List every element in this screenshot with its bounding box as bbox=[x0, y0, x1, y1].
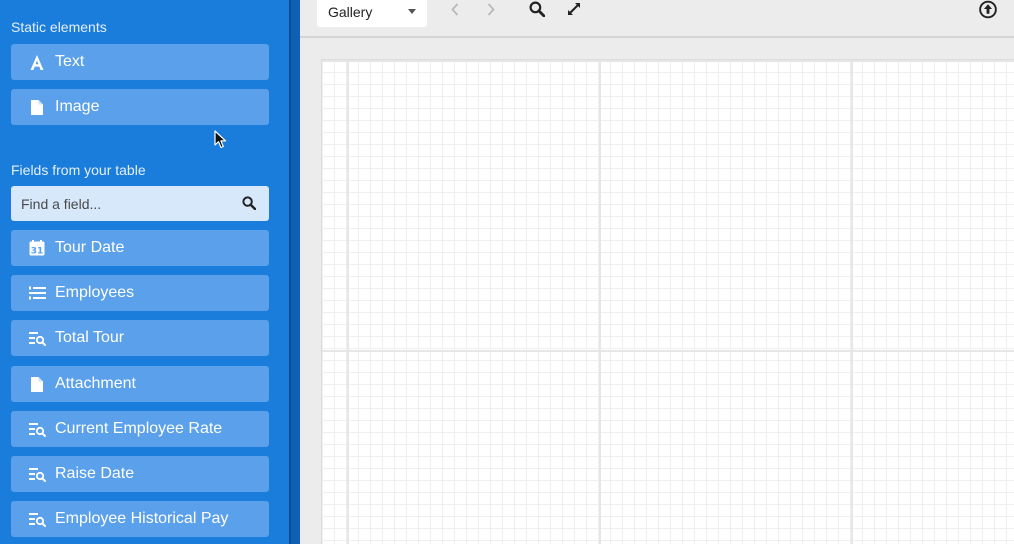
view-type-dropdown[interactable]: Gallery bbox=[317, 0, 427, 27]
toolbar: Gallery bbox=[300, 0, 1014, 38]
field-search bbox=[11, 186, 269, 221]
text-a-icon bbox=[28, 53, 46, 71]
calendar-icon: 31 bbox=[28, 239, 46, 257]
field-item-raise-date[interactable]: Raise Date bbox=[11, 456, 269, 492]
file-icon bbox=[28, 98, 46, 116]
static-elements-heading: Static elements bbox=[11, 19, 107, 35]
field-item-label: Attachment bbox=[55, 375, 136, 392]
field-item-employees[interactable]: Employees bbox=[11, 275, 269, 311]
static-item-image[interactable]: Image bbox=[11, 89, 269, 125]
field-item-current-employee-rate[interactable]: Current Employee Rate bbox=[11, 411, 269, 447]
field-item-label: Total Tour bbox=[55, 329, 125, 346]
field-item-tour-date[interactable]: 31 Tour Date bbox=[11, 230, 269, 266]
chevron-left-icon[interactable] bbox=[446, 0, 464, 18]
chevron-right-icon[interactable] bbox=[482, 0, 500, 18]
fields-heading: Fields from your table bbox=[11, 162, 146, 178]
static-item-text[interactable]: Text bbox=[11, 44, 269, 80]
sidebar-resize-edge[interactable] bbox=[289, 0, 300, 544]
field-item-label: Raise Date bbox=[55, 465, 135, 482]
canvas-grid bbox=[322, 60, 1014, 544]
file-icon bbox=[28, 375, 46, 393]
sidebar: Static elements Text Image Fields from y… bbox=[0, 0, 289, 544]
field-item-label: Employee Historical Pay bbox=[55, 510, 229, 527]
lookup-icon bbox=[28, 420, 46, 438]
field-item-employee-historical-pay[interactable]: Employee Historical Pay bbox=[11, 501, 269, 537]
field-search-input[interactable] bbox=[11, 186, 231, 221]
svg-text:31: 31 bbox=[31, 247, 44, 257]
static-item-label: Text bbox=[55, 53, 85, 70]
field-item-attachment[interactable]: Attachment bbox=[11, 366, 269, 402]
field-item-label: Current Employee Rate bbox=[55, 420, 223, 437]
chevron-down-icon bbox=[408, 9, 416, 14]
field-item-label: Employees bbox=[55, 284, 135, 301]
field-item-label: Tour Date bbox=[55, 239, 125, 256]
search-icon[interactable] bbox=[528, 0, 546, 18]
upload-icon[interactable] bbox=[979, 0, 997, 18]
mouse-cursor-icon bbox=[214, 130, 227, 149]
field-item-total-tour[interactable]: Total Tour bbox=[11, 320, 269, 356]
lookup-icon bbox=[28, 329, 46, 347]
expand-icon[interactable] bbox=[565, 0, 583, 18]
lookup-icon bbox=[28, 510, 46, 528]
search-icon[interactable] bbox=[242, 196, 257, 211]
linked-list-icon bbox=[28, 284, 46, 302]
gallery-canvas[interactable] bbox=[321, 59, 1014, 544]
static-item-label: Image bbox=[55, 98, 100, 115]
view-type-selected: Gallery bbox=[328, 4, 373, 20]
lookup-icon bbox=[28, 465, 46, 483]
